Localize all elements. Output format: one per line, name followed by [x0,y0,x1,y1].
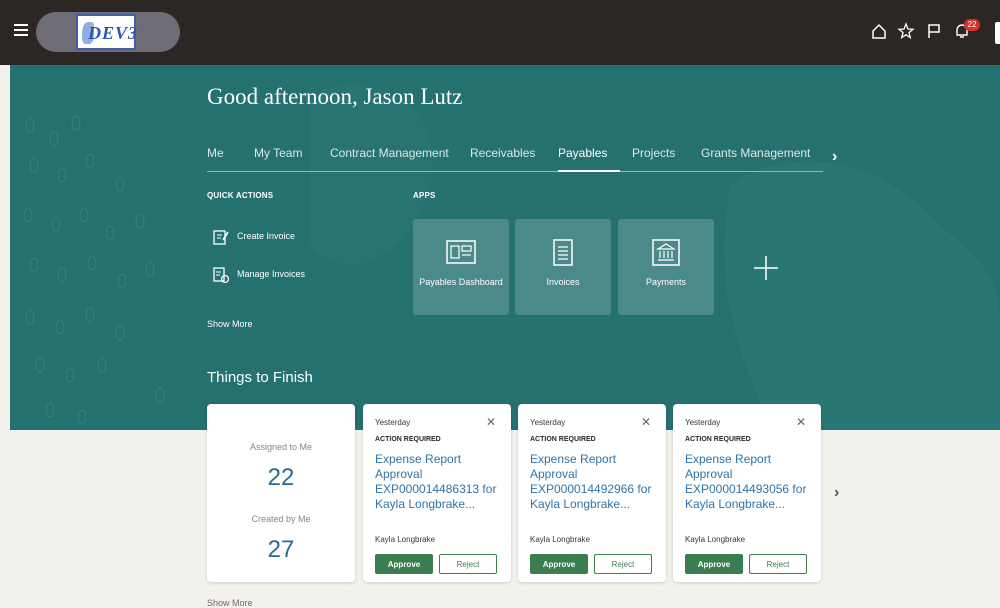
dismiss-close-icon[interactable]: ✕ [641,415,651,429]
quick-actions-show-more-link[interactable]: Show More [207,319,253,329]
active-tab-indicator [558,170,620,172]
dashboard-icon [446,240,476,264]
navigator-menu-icon[interactable] [14,24,28,36]
task-date: Yesterday [685,418,721,427]
task-title-link[interactable]: Expense Report Approval EXP000014486313 … [375,452,505,512]
notifications-badge: 22 [964,19,980,31]
reject-button[interactable]: Reject [594,554,652,574]
app-tile-label: Payables Dashboard [419,277,503,287]
tabs-next-chevron-icon[interactable]: › [832,148,837,166]
approve-button[interactable]: Approve [685,554,743,574]
task-date: Yesterday [375,418,411,427]
task-status: ACTION REQUIRED [375,436,441,443]
apps-heading: APPS [413,191,436,200]
app-tile-payables-dashboard[interactable]: Payables Dashboard [413,219,509,315]
logo-text: DEV3 [88,23,139,43]
task-card: Yesterday ✕ ACTION REQUIRED Expense Repo… [518,404,666,582]
created-by-me-count[interactable]: 27 [207,536,355,564]
document-icon [553,239,573,266]
approve-button[interactable]: Approve [375,554,433,574]
tab-my-team[interactable]: My Team [254,146,302,160]
greeting-heading: Good afternoon, Jason Lutz [207,84,463,109]
tab-receivables[interactable]: Receivables [470,146,535,160]
create-invoice-icon [213,230,229,245]
things-to-finish-summary-card: Assigned to Me 22 Created by Me 27 [207,404,355,582]
tab-me[interactable]: Me [207,146,224,160]
tab-payables[interactable]: Payables [558,146,607,160]
task-person: Kayla Longbrake [375,535,436,544]
global-header: DEV3 22 [0,0,1000,65]
approve-button[interactable]: Approve [530,554,588,574]
logo-box: DEV3 [76,14,139,50]
notifications-bell-icon[interactable]: 22 [953,19,980,44]
app-tile-payments[interactable]: Payments [618,219,714,315]
task-status: ACTION REQUIRED [685,436,751,443]
environment-logo[interactable]: DEV3 [36,12,180,52]
bank-icon [652,239,680,266]
task-person: Kayla Longbrake [530,535,591,544]
tab-projects[interactable]: Projects [632,146,675,160]
dismiss-close-icon[interactable]: ✕ [486,415,496,429]
tab-grants-management[interactable]: Grants Management [701,146,810,160]
reject-button[interactable]: Reject [439,554,497,574]
task-date: Yesterday [530,418,566,427]
things-to-finish-heading: Things to Finish [207,369,313,386]
favorites-star-icon[interactable] [897,22,919,44]
reject-button[interactable]: Reject [749,554,807,574]
assigned-to-me-count[interactable]: 22 [207,464,355,492]
add-app-plus-icon[interactable] [746,248,786,288]
task-title-link[interactable]: Expense Report Approval EXP000014492966 … [530,452,660,512]
springboard-tabs: Me My Team Contract Management Receivabl… [207,146,823,172]
cards-next-chevron-icon[interactable]: › [834,484,839,502]
tab-contract-management[interactable]: Contract Management [330,146,449,160]
quick-action-label: Manage Invoices [237,269,306,279]
app-tile-invoices[interactable]: Invoices [515,219,611,315]
assigned-to-me-label: Assigned to Me [249,442,313,452]
task-status: ACTION REQUIRED [530,436,596,443]
manage-invoices-icon [213,267,230,284]
home-icon[interactable] [870,22,892,44]
app-tile-label: Payments [645,277,687,287]
task-title-link[interactable]: Expense Report Approval EXP000014493056 … [685,452,815,512]
task-card: Yesterday ✕ ACTION REQUIRED Expense Repo… [673,404,821,582]
created-by-me-label: Created by Me [251,514,311,524]
dismiss-close-icon[interactable]: ✕ [796,415,806,429]
quick-action-label: Create Invoice [237,231,296,241]
app-tile-label: Invoices [546,277,580,287]
user-avatar[interactable] [995,22,1000,44]
quick-actions-heading: QUICK ACTIONS [207,191,274,200]
watchlist-flag-icon[interactable] [925,22,947,44]
task-person: Kayla Longbrake [685,535,746,544]
task-card: Yesterday ✕ ACTION REQUIRED Expense Repo… [363,404,511,582]
